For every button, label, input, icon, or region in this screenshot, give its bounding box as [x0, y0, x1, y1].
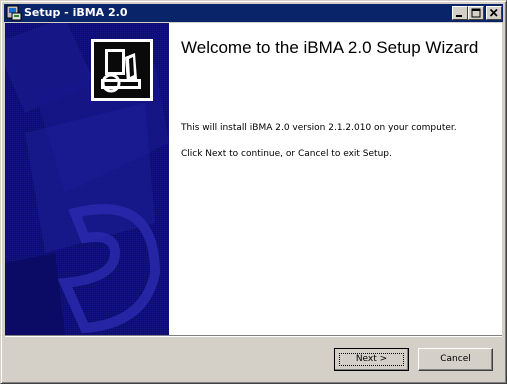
cancel-button-label: Cancel [440, 354, 471, 364]
title-bar[interactable]: Setup - iBMA 2.0 [4, 4, 503, 22]
setup-app-icon [6, 5, 22, 21]
close-icon [489, 8, 498, 17]
next-button[interactable]: Next > [334, 348, 409, 371]
maximize-icon [471, 8, 481, 18]
setup-window: Setup - iBMA 2.0 Welcome to the iBMA 2.0… [0, 0, 507, 384]
close-button[interactable] [486, 6, 502, 20]
cancel-button[interactable]: Cancel [418, 348, 493, 371]
setup-wizard-icon [91, 39, 153, 101]
footer-divider-highlight [5, 336, 502, 337]
install-description: This will install iBMA 2.0 version 2.1.2… [181, 123, 457, 133]
minimize-button[interactable] [452, 6, 468, 20]
page-title: Welcome to the iBMA 2.0 Setup Wizard [181, 38, 479, 57]
welcome-panel [169, 23, 502, 335]
window-title: Setup - iBMA 2.0 [24, 6, 128, 19]
minimize-icon [456, 15, 462, 17]
focus-rectangle [339, 353, 404, 366]
continue-instruction: Click Next to continue, or Cancel to exi… [181, 149, 392, 159]
maximize-button[interactable] [468, 6, 484, 20]
